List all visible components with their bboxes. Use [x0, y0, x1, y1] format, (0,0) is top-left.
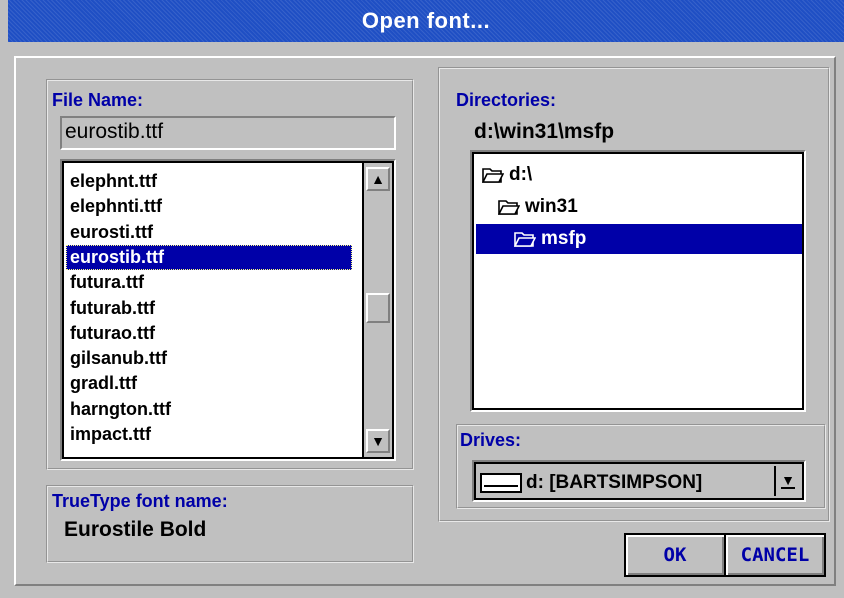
- dir-label: msfp: [541, 228, 587, 249]
- dir-item-msfp[interactable]: msfp: [476, 224, 802, 254]
- file-list-item[interactable]: impact.ttf: [66, 422, 352, 447]
- directories-label: Directories:: [456, 90, 557, 110]
- dir-item-root[interactable]: d:\: [482, 160, 532, 190]
- file-list-item[interactable]: futurab.ttf: [66, 296, 352, 321]
- file-list-item[interactable]: gradl.ttf: [66, 371, 352, 396]
- arrow-up-icon: ▲: [371, 171, 385, 187]
- current-path: d:\win31\msfp: [474, 120, 615, 143]
- file-list-box[interactable]: elephnt.ttf elephnti.ttf eurosti.ttf eurost…: [60, 159, 396, 461]
- scroll-down-button[interactable]: ▼: [366, 429, 390, 453]
- title-bar: Open font...: [8, 0, 844, 42]
- arrow-down-icon: ▼: [371, 433, 385, 449]
- directory-tree-box[interactable]: d:\ win31 msfp: [470, 150, 806, 412]
- file-name-field[interactable]: eurostib.ttf: [60, 116, 396, 150]
- file-list-item[interactable]: futurao.ttf: [66, 321, 352, 346]
- file-list-item[interactable]: elephnti.ttf: [66, 194, 352, 219]
- open-font-dialog: File Name: eurostib.ttf elephnt.ttf eleph…: [8, 42, 842, 595]
- file-name-value: eurostib.ttf: [65, 120, 164, 143]
- folder-open-icon: [514, 232, 536, 247]
- chevron-down-icon: ▼: [781, 472, 795, 489]
- dir-label: win31: [525, 196, 578, 217]
- file-list-scrollbar[interactable]: ▲ ▼: [362, 163, 392, 457]
- drive-icon: [480, 473, 522, 493]
- drives-value: d: [BARTSIMPSON]: [526, 472, 703, 493]
- drives-frame: d: [BARTSIMPSON] ▼: [474, 462, 804, 500]
- dir-label: d:\: [509, 164, 533, 185]
- file-list: elephnt.ttf elephnti.ttf eurosti.ttf eurost…: [66, 169, 356, 457]
- folder-open-icon: [498, 200, 520, 215]
- file-list-frame: elephnt.ttf elephnti.ttf eurosti.ttf eurost…: [62, 161, 394, 459]
- ok-button[interactable]: OK: [624, 533, 726, 577]
- drives-dropdown-button[interactable]: ▼: [774, 466, 800, 496]
- file-list-item[interactable]: harngton.ttf: [66, 397, 352, 422]
- drives-select[interactable]: d: [BARTSIMPSON] ▼: [472, 460, 806, 502]
- drives-value-wrap: d: [BARTSIMPSON]: [480, 468, 702, 498]
- file-name-label: File Name:: [52, 90, 144, 110]
- truetype-label: TrueType font name:: [52, 491, 228, 511]
- cancel-button[interactable]: CANCEL: [724, 533, 826, 577]
- truetype-value: Eurostile Bold: [64, 518, 207, 541]
- file-list-item[interactable]: gilsanub.ttf: [66, 346, 352, 371]
- file-list-item[interactable]: elephnt.ttf: [66, 169, 352, 194]
- file-list-item[interactable]: eurostib.ttf: [66, 244, 352, 270]
- scroll-up-button[interactable]: ▲: [366, 167, 390, 191]
- dir-item-win31[interactable]: win31: [498, 192, 578, 222]
- window-title: Open font...: [361, 8, 491, 33]
- scroll-thumb[interactable]: [366, 293, 390, 323]
- folder-open-icon: [482, 168, 504, 183]
- file-list-item[interactable]: futura.ttf: [66, 270, 352, 295]
- directory-tree-frame: d:\ win31 msfp: [472, 152, 804, 410]
- drives-label: Drives:: [460, 430, 522, 450]
- file-list-item[interactable]: eurosti.ttf: [66, 220, 352, 245]
